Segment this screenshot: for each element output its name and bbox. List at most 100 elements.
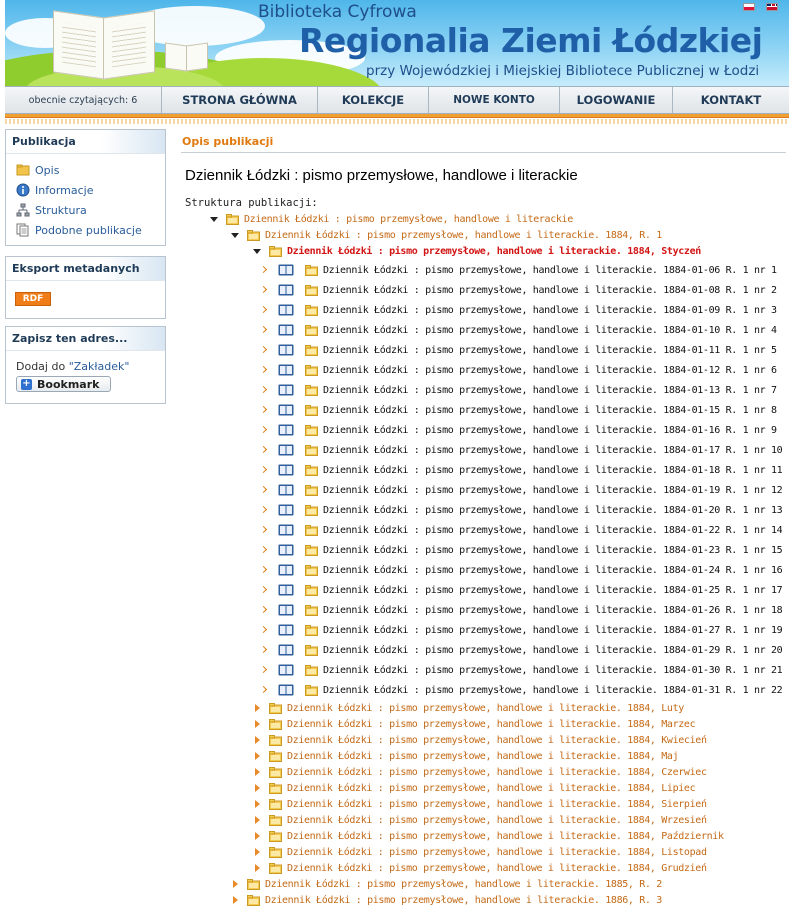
tree-node-issue[interactable]: Dziennik Łódzki : pismo przemysłowe, han… [260,602,783,618]
bookmarks-link[interactable]: "Zakładek" [69,360,130,373]
tree-node-month-active[interactable]: Dziennik Łódzki : pismo przemysłowe, han… [252,243,701,259]
tree-node-month[interactable]: Dziennik Łódzki : pismo przemysłowe, han… [252,860,707,876]
tree-node-month[interactable]: Dziennik Łódzki : pismo przemysłowe, han… [252,748,679,764]
tree-node-label[interactable]: Dziennik Łódzki : pismo przemysłowe, han… [287,735,707,746]
polish-flag-icon[interactable] [743,3,755,11]
tree-node-label[interactable]: Dziennik Łódzki : pismo przemysłowe, han… [287,863,707,874]
tree-node-year[interactable]: Dziennik Łódzki : pismo przemysłowe, han… [230,876,662,892]
expand-arrow-icon[interactable] [252,828,262,844]
tree-node-label[interactable]: Dziennik Łódzki : pismo przemysłowe, han… [323,545,783,556]
expand-arrow-icon[interactable] [252,700,262,716]
tree-node-issue[interactable]: Dziennik Łódzki : pismo przemysłowe, han… [260,442,783,458]
tree-node-label[interactable]: Dziennik Łódzki : pismo przemysłowe, han… [323,285,777,296]
tree-node-label[interactable]: Dziennik Łódzki : pismo przemysłowe, han… [323,305,777,316]
tree-node-label[interactable]: Dziennik Łódzki : pismo przemysłowe, han… [323,365,777,376]
tree-node-label[interactable]: Dziennik Łódzki : pismo przemysłowe, han… [323,505,783,516]
tree-node-year[interactable]: Dziennik Łódzki : pismo przemysłowe, han… [230,227,662,243]
tree-node-label[interactable]: Dziennik Łódzki : pismo przemysłowe, han… [323,665,783,676]
tree-node-year[interactable]: Dziennik Łódzki : pismo przemysłowe, han… [230,892,662,908]
tree-node-month[interactable]: Dziennik Łódzki : pismo przemysłowe, han… [252,828,724,844]
tree-node-label[interactable]: Dziennik Łódzki : pismo przemysłowe, han… [287,847,707,858]
expand-arrow-icon[interactable] [252,812,262,828]
tree-node-issue[interactable]: Dziennik Łódzki : pismo przemysłowe, han… [260,282,777,298]
tree-node-issue[interactable]: Dziennik Łódzki : pismo przemysłowe, han… [260,642,783,658]
sidebar-item-similar[interactable]: Podobne publikacje [6,220,165,240]
chevron-right-icon[interactable] [260,522,270,538]
expand-arrow-icon[interactable] [252,860,262,876]
chevron-right-icon[interactable] [260,602,270,618]
chevron-right-icon[interactable] [260,502,270,518]
rdf-button[interactable]: RDF [15,292,51,306]
menu-item-login[interactable]: LOGOWANIE [560,87,673,113]
expand-arrow-icon[interactable] [252,716,262,732]
chevron-right-icon[interactable] [260,562,270,578]
tree-node-label[interactable]: Dziennik Łódzki : pismo przemysłowe, han… [287,831,724,842]
tree-node-month[interactable]: Dziennik Łódzki : pismo przemysłowe, han… [252,780,696,796]
tree-node-label[interactable]: Dziennik Łódzki : pismo przemysłowe, han… [287,246,701,257]
tree-node-issue[interactable]: Dziennik Łódzki : pismo przemysłowe, han… [260,422,777,438]
chevron-right-icon[interactable] [260,682,270,698]
tree-node-issue[interactable]: Dziennik Łódzki : pismo przemysłowe, han… [260,682,783,698]
tree-node-issue[interactable]: Dziennik Łódzki : pismo przemysłowe, han… [260,342,777,358]
tree-node-label[interactable]: Dziennik Łódzki : pismo przemysłowe, han… [287,783,696,794]
expand-arrow-icon[interactable] [230,876,240,892]
tree-node-label[interactable]: Dziennik Łódzki : pismo przemysłowe, han… [323,585,783,596]
tree-node-label[interactable]: Dziennik Łódzki : pismo przemysłowe, han… [323,685,783,696]
tree-node-issue[interactable]: Dziennik Łódzki : pismo przemysłowe, han… [260,542,783,558]
chevron-right-icon[interactable] [260,342,270,358]
chevron-right-icon[interactable] [260,322,270,338]
tree-node-label[interactable]: Dziennik Łódzki : pismo przemysłowe, han… [265,230,662,241]
sidebar-item-structure[interactable]: Struktura [6,200,165,220]
tree-node-month[interactable]: Dziennik Łódzki : pismo przemysłowe, han… [252,764,707,780]
tree-node-label[interactable]: Dziennik Łódzki : pismo przemysłowe, han… [323,425,777,436]
tree-node-label[interactable]: Dziennik Łódzki : pismo przemysłowe, han… [323,325,777,336]
tree-node-label[interactable]: Dziennik Łódzki : pismo przemysłowe, han… [287,767,707,778]
tree-node-month[interactable]: Dziennik Łódzki : pismo przemysłowe, han… [252,732,707,748]
tree-node-issue[interactable]: Dziennik Łódzki : pismo przemysłowe, han… [260,302,777,318]
collapse-arrow-icon[interactable] [230,227,240,243]
tree-node-label[interactable]: Dziennik Łódzki : pismo przemysłowe, han… [323,485,783,496]
collapse-arrow-icon[interactable] [209,211,219,227]
tree-node-root[interactable]: Dziennik Łódzki : pismo przemysłowe, han… [209,211,573,227]
chevron-right-icon[interactable] [260,422,270,438]
expand-arrow-icon[interactable] [252,844,262,860]
tree-node-label[interactable]: Dziennik Łódzki : pismo przemysłowe, han… [323,605,783,616]
expand-arrow-icon[interactable] [252,764,262,780]
chevron-right-icon[interactable] [260,582,270,598]
tree-node-label[interactable]: Dziennik Łódzki : pismo przemysłowe, han… [323,405,777,416]
collapse-arrow-icon[interactable] [252,243,262,259]
english-flag-icon[interactable] [766,3,778,11]
tree-node-label[interactable]: Dziennik Łódzki : pismo przemysłowe, han… [323,385,777,396]
tree-node-label[interactable]: Dziennik Łódzki : pismo przemysłowe, han… [244,214,573,225]
tree-node-month[interactable]: Dziennik Łódzki : pismo przemysłowe, han… [252,716,696,732]
tree-node-issue[interactable]: Dziennik Łódzki : pismo przemysłowe, han… [260,582,783,598]
menu-item-new-account[interactable]: NOWE KONTO [429,87,560,113]
tree-node-label[interactable]: Dziennik Łódzki : pismo przemysłowe, han… [287,815,707,826]
expand-arrow-icon[interactable] [252,796,262,812]
tree-node-label[interactable]: Dziennik Łódzki : pismo przemysłowe, han… [323,465,783,476]
tree-node-issue[interactable]: Dziennik Łódzki : pismo przemysłowe, han… [260,482,783,498]
sidebar-item-information[interactable]: Informacje [6,180,165,200]
tree-node-label[interactable]: Dziennik Łódzki : pismo przemysłowe, han… [287,719,696,730]
menu-item-home[interactable]: STRONA GŁÓWNA [162,87,318,113]
tree-node-issue[interactable]: Dziennik Łódzki : pismo przemysłowe, han… [260,362,777,378]
chevron-right-icon[interactable] [260,542,270,558]
tree-node-issue[interactable]: Dziennik Łódzki : pismo przemysłowe, han… [260,622,783,638]
chevron-right-icon[interactable] [260,362,270,378]
chevron-right-icon[interactable] [260,302,270,318]
tree-node-month[interactable]: Dziennik Łódzki : pismo przemysłowe, han… [252,812,707,828]
expand-arrow-icon[interactable] [252,732,262,748]
bookmark-button[interactable]: + Bookmark [16,376,111,392]
chevron-right-icon[interactable] [260,622,270,638]
menu-item-contact[interactable]: KONTAKT [673,87,789,113]
chevron-right-icon[interactable] [260,462,270,478]
tree-node-label[interactable]: Dziennik Łódzki : pismo przemysłowe, han… [323,265,777,276]
tree-node-issue[interactable]: Dziennik Łódzki : pismo przemysłowe, han… [260,322,777,338]
chevron-right-icon[interactable] [260,262,270,278]
tree-node-month[interactable]: Dziennik Łódzki : pismo przemysłowe, han… [252,844,707,860]
menu-item-collections[interactable]: KOLEKCJE [318,87,429,113]
chevron-right-icon[interactable] [260,662,270,678]
sidebar-item-description[interactable]: Opis [6,160,165,180]
tree-node-label[interactable]: Dziennik Łódzki : pismo przemysłowe, han… [287,751,679,762]
tree-node-label[interactable]: Dziennik Łódzki : pismo przemysłowe, han… [265,879,662,890]
